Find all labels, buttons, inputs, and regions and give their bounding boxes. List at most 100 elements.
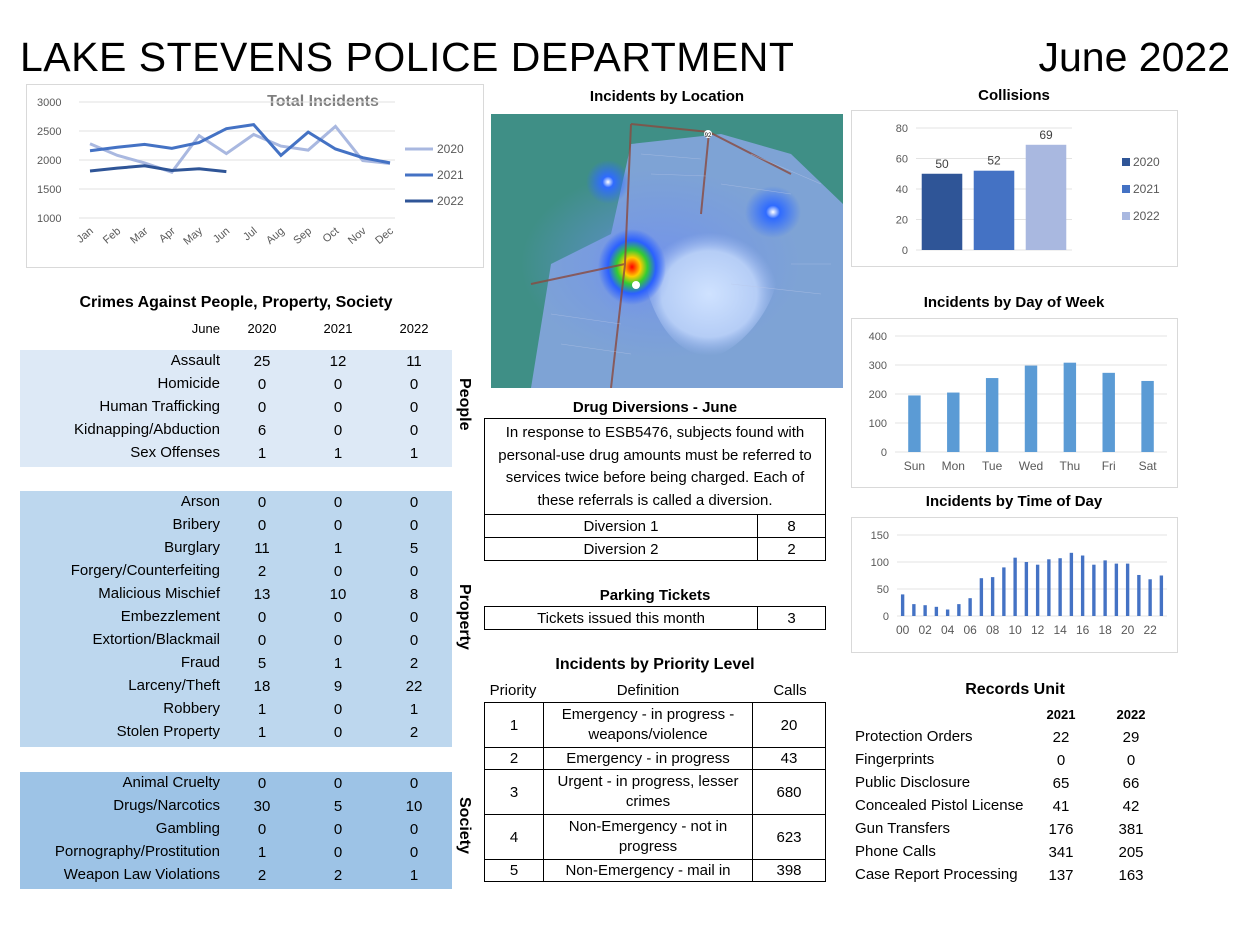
crime-row: Human Trafficking 0 0 0: [20, 396, 452, 419]
crime-row: Robbery 1 0 1: [20, 698, 452, 721]
x-tick-label: 20: [1121, 623, 1135, 637]
collisions-title: Collisions: [978, 87, 1050, 104]
bar: [1024, 562, 1029, 616]
priority-definition: Emergency - in progress: [543, 747, 753, 770]
x-tick-label: Jul: [241, 225, 259, 243]
x-tick-label: Fri: [1102, 459, 1116, 473]
records-value-2022: 381: [1118, 821, 1144, 838]
crime-count-2021: 0: [333, 422, 343, 439]
records-row: Concealed Pistol License 41 42: [855, 795, 1175, 818]
x-tick-label: Jun: [211, 225, 232, 246]
x-tick-label: 00: [896, 623, 910, 637]
records-value-2021: 41: [1052, 798, 1070, 815]
legend-swatch: [1122, 212, 1130, 220]
crime-type: Kidnapping/Abduction: [74, 421, 220, 438]
crime-count-2022: 11: [406, 353, 422, 370]
bar: [1103, 560, 1107, 616]
records-value-2022: 42: [1122, 798, 1140, 815]
crime-row: Embezzlement 0 0 0: [20, 606, 452, 629]
crime-type: Gambling: [155, 820, 220, 837]
crimes-title: Crimes Against People, Property, Society: [79, 294, 393, 311]
bar: [968, 598, 972, 616]
crime-type: Forgery/Counterfeiting: [70, 562, 220, 579]
crime-type: Weapon Law Violations: [63, 866, 220, 883]
crime-count-2022: 0: [409, 422, 419, 439]
crime-count-2022: 0: [409, 517, 419, 534]
crime-count-2020: 0: [257, 517, 267, 534]
crime-row: Forgery/Counterfeiting 2 0 0: [20, 560, 452, 583]
x-tick-label: Sun: [904, 459, 925, 473]
parking-label: Tickets issued this month: [484, 606, 758, 630]
y-tick-label: 50: [877, 584, 889, 596]
bar: [1025, 144, 1067, 250]
crime-count-2020: 0: [257, 775, 267, 792]
y-tick-label: 80: [896, 123, 908, 135]
records-label: Protection Orders: [855, 728, 973, 745]
priority-col-calls: Calls: [773, 682, 807, 699]
crime-count-2020: 11: [254, 540, 270, 557]
records-value-2022: 0: [1126, 752, 1136, 769]
diversions-table: Diversion 1 8 Diversion 2 2: [484, 514, 826, 561]
crime-count-2022: 2: [409, 655, 419, 672]
bar: [1080, 555, 1085, 616]
crimes-col-2020: 2020: [247, 321, 277, 336]
records-label: Gun Transfers: [855, 820, 951, 837]
y-tick-label: 3000: [37, 97, 61, 109]
crime-row: Extortion/Blackmail 0 0 0: [20, 629, 452, 652]
crime-row: Kidnapping/Abduction 6 0 0: [20, 419, 452, 442]
crime-row: Assault 25 12 11: [20, 350, 452, 373]
records-row: Public Disclosure 65 66: [855, 772, 1175, 795]
priority-headers: Priority Definition Calls: [484, 682, 826, 702]
heatmap-svg: 92: [491, 114, 843, 388]
x-tick-label: Jan: [75, 225, 96, 246]
crime-count-2022: 0: [409, 775, 419, 792]
crime-count-2022: 1: [409, 445, 419, 462]
day-of-week-title: Incidents by Day of Week: [923, 294, 1105, 311]
x-tick-label: Sep: [291, 225, 314, 247]
priority-row: 5 Non-Emergency - mail in 398: [484, 859, 826, 882]
records-label: Case Report Processing: [855, 866, 1018, 883]
crime-count-2020: 0: [257, 494, 267, 511]
collisions-svg: 80 60 40 20 0 50 52 69 2020 2021 2022: [896, 123, 1160, 257]
crime-count-2020: 0: [257, 399, 267, 416]
y-tick-label: 60: [896, 154, 908, 166]
priority-definition: Urgent - in progress, lesser crimes: [543, 769, 753, 815]
crime-count-2022: 0: [409, 844, 419, 861]
legend-swatch: [1122, 185, 1130, 193]
crime-group-label-society: Society: [456, 797, 473, 854]
x-tick-label: Tue: [982, 459, 1003, 473]
y-tick-label: 400: [869, 331, 887, 343]
records-value-2021: 22: [1052, 729, 1070, 746]
bar: [1125, 563, 1130, 616]
crime-type: Assault: [170, 352, 220, 369]
crime-type: Sex Offenses: [130, 444, 220, 461]
bar: [900, 594, 905, 616]
parking-value: 3: [757, 606, 826, 630]
records-row: Gun Transfers 176 381: [855, 818, 1175, 841]
diversion-label: Diversion 2: [484, 537, 758, 561]
records-value-2021: 341: [1048, 844, 1074, 861]
records-col-2021: 2021: [1046, 707, 1076, 722]
crime-type: Drugs/Narcotics: [113, 797, 220, 814]
series-line-2022: [89, 164, 227, 174]
priority-calls: 20: [752, 702, 826, 748]
crime-count-2022: 0: [409, 563, 419, 580]
crime-count-2021: 0: [333, 632, 343, 649]
priority-col-priority: Priority: [489, 682, 537, 699]
y-tick-label: 1000: [37, 213, 61, 225]
y-tick-label: 0: [902, 245, 908, 257]
day-of-week-chart: 400 300 200 100 0 Sun Mon Tue Wed Thu Fri Sat: [851, 318, 1178, 488]
crime-count-2021: 0: [333, 517, 343, 534]
records-col-2022: 2022: [1116, 707, 1146, 722]
x-tick-label: Mon: [942, 459, 965, 473]
bar: [1063, 362, 1077, 452]
bar: [945, 609, 950, 616]
records-value-2021: 65: [1052, 775, 1070, 792]
crime-type: Pornography/Prostitution: [54, 843, 220, 860]
crime-count-2020: 1: [257, 701, 267, 718]
crime-type: Fraud: [180, 654, 220, 671]
priority-calls: 43: [752, 747, 826, 770]
y-tick-label: 150: [871, 530, 889, 542]
y-tick-label: 200: [869, 389, 887, 401]
bar: [908, 395, 921, 452]
